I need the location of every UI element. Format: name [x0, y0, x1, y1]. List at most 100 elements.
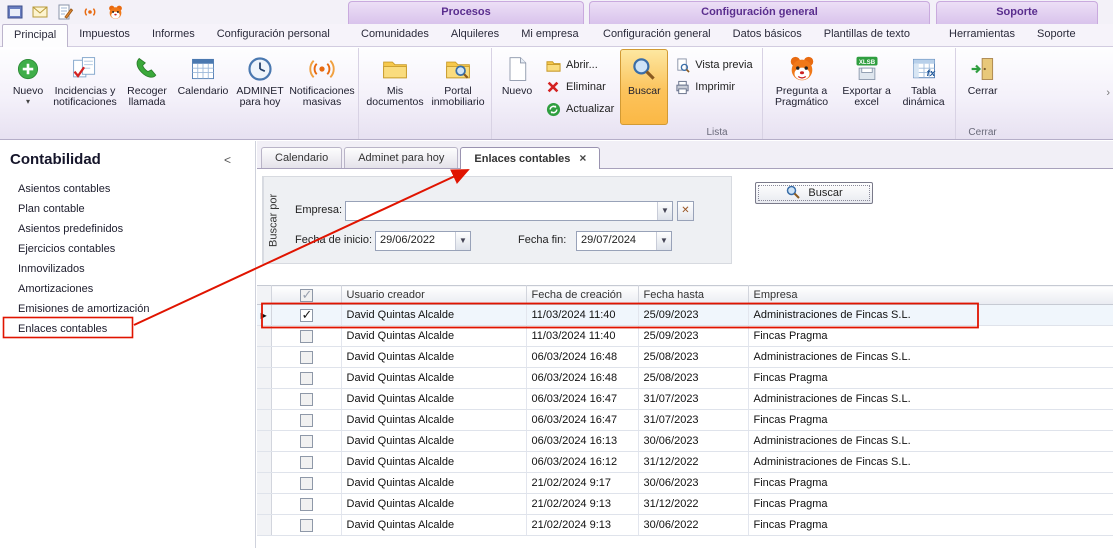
- pregunta-pragmatico-button[interactable]: Pregunta a Pragmático: [766, 49, 838, 125]
- cell-creacion[interactable]: 11/03/2024 11:40: [526, 305, 638, 326]
- cell-empresa[interactable]: Administraciones de Fincas S.L.: [748, 389, 1113, 410]
- cell-hasta[interactable]: 31/07/2023: [638, 410, 748, 431]
- cell-creacion[interactable]: 21/02/2024 9:13: [526, 515, 638, 536]
- sidebar-item-plan-contable[interactable]: Plan contable: [0, 199, 255, 219]
- cell-hasta[interactable]: 30/06/2022: [638, 515, 748, 536]
- portal-inmobiliario-button[interactable]: Portal inmobiliario: [428, 49, 488, 125]
- table-row[interactable]: David Quintas Alcalde 06/03/2024 16:12 3…: [257, 452, 1113, 473]
- cell-usuario[interactable]: David Quintas Alcalde: [341, 305, 526, 326]
- cell-hasta[interactable]: 30/06/2023: [638, 431, 748, 452]
- row-checkbox[interactable]: [300, 393, 313, 406]
- sidebar-item-asientos-predefinidos[interactable]: Asientos predefinidos: [0, 219, 255, 239]
- cell-hasta[interactable]: 30/06/2023: [638, 473, 748, 494]
- cell-empresa[interactable]: Administraciones de Fincas S.L.: [748, 347, 1113, 368]
- column-header-hasta[interactable]: Fecha hasta: [638, 286, 748, 305]
- row-checkbox[interactable]: [300, 456, 313, 469]
- cell-empresa[interactable]: Fincas Pragma: [748, 494, 1113, 515]
- sidebar-item-enlaces-contables[interactable]: Enlaces contables: [0, 319, 255, 339]
- tab-alquileres[interactable]: Alquileres: [440, 24, 510, 47]
- cell-creacion[interactable]: 06/03/2024 16:47: [526, 410, 638, 431]
- tab-principal[interactable]: Principal: [2, 24, 68, 48]
- close-tab-icon[interactable]: ×: [579, 151, 586, 165]
- cell-usuario[interactable]: David Quintas Alcalde: [341, 515, 526, 536]
- cell-hasta[interactable]: 31/07/2023: [638, 389, 748, 410]
- fecha-inicio-datepicker[interactable]: 29/06/2022 ▼: [375, 231, 471, 251]
- app-window-icon[interactable]: [6, 3, 24, 21]
- cell-creacion[interactable]: 06/03/2024 16:48: [526, 347, 638, 368]
- tab-herramientas[interactable]: Herramientas: [938, 24, 1026, 47]
- table-row[interactable]: David Quintas Alcalde 11/03/2024 11:40 2…: [257, 326, 1113, 347]
- broadcast-icon[interactable]: [81, 3, 99, 21]
- sidebar-collapse-icon[interactable]: <: [224, 153, 231, 167]
- row-checkbox[interactable]: [300, 435, 313, 448]
- column-header-usuario[interactable]: Usuario creador: [341, 286, 526, 305]
- tab-plantillas-de-texto[interactable]: Plantillas de texto: [813, 24, 921, 47]
- cell-hasta[interactable]: 25/09/2023: [638, 305, 748, 326]
- cell-empresa[interactable]: Fincas Pragma: [748, 473, 1113, 494]
- nuevo-menu-button[interactable]: Nuevo ▾: [5, 49, 51, 125]
- cell-usuario[interactable]: David Quintas Alcalde: [341, 410, 526, 431]
- tab-mi-empresa[interactable]: Mi empresa: [510, 24, 589, 47]
- tabla-dinamica-button[interactable]: fx Tabla dinámica: [896, 49, 952, 125]
- cell-empresa[interactable]: Administraciones de Fincas S.L.: [748, 305, 1113, 326]
- empresa-combobox[interactable]: ▼: [345, 201, 673, 221]
- cell-usuario[interactable]: David Quintas Alcalde: [341, 494, 526, 515]
- cell-empresa[interactable]: Fincas Pragma: [748, 326, 1113, 347]
- tab-soporte[interactable]: Soporte: [1026, 24, 1087, 47]
- cell-hasta[interactable]: 31/12/2022: [638, 494, 748, 515]
- column-header-empresa[interactable]: Empresa: [748, 286, 1113, 305]
- cell-empresa[interactable]: Fincas Pragma: [748, 368, 1113, 389]
- sidebar-item-emisiones-amortizacion[interactable]: Emisiones de amortización: [0, 299, 255, 319]
- abrir-button[interactable]: Abrir...: [541, 56, 618, 74]
- mail-icon[interactable]: [31, 3, 49, 21]
- column-header-creacion[interactable]: Fecha de creación: [526, 286, 638, 305]
- table-row[interactable]: David Quintas Alcalde 06/03/2024 16:48 2…: [257, 347, 1113, 368]
- checkbox-column-header[interactable]: [271, 286, 341, 305]
- doc-tab-adminet-para-hoy[interactable]: Adminet para hoy: [344, 147, 458, 168]
- doc-tab-calendario[interactable]: Calendario: [261, 147, 342, 168]
- cell-usuario[interactable]: David Quintas Alcalde: [341, 389, 526, 410]
- recoger-llamada-button[interactable]: Recoger llamada: [119, 49, 175, 125]
- mis-documentos-button[interactable]: Mis documentos: [362, 49, 428, 125]
- cell-usuario[interactable]: David Quintas Alcalde: [341, 326, 526, 347]
- adminet-hoy-button[interactable]: ADMINET para hoy: [231, 49, 289, 125]
- table-row[interactable]: ▶ David Quintas Alcalde 11/03/2024 11:40…: [257, 305, 1113, 326]
- cell-empresa[interactable]: Fincas Pragma: [748, 515, 1113, 536]
- tab-impuestos[interactable]: Impuestos: [68, 24, 141, 47]
- exportar-excel-button[interactable]: XLSB Exportar a excel: [838, 49, 896, 125]
- buscar-button[interactable]: Buscar: [755, 182, 873, 204]
- dropdown-arrow-icon[interactable]: ▼: [657, 202, 672, 220]
- cell-usuario[interactable]: David Quintas Alcalde: [341, 347, 526, 368]
- notificaciones-masivas-button[interactable]: Notificaciones masivas: [289, 49, 355, 125]
- cerrar-button[interactable]: Cerrar: [959, 49, 1007, 125]
- cell-hasta[interactable]: 31/12/2022: [638, 452, 748, 473]
- dropdown-arrow-icon[interactable]: ▼: [656, 232, 671, 250]
- cell-creacion[interactable]: 21/02/2024 9:17: [526, 473, 638, 494]
- cell-creacion[interactable]: 06/03/2024 16:12: [526, 452, 638, 473]
- sidebar-item-asientos-contables[interactable]: Asientos contables: [0, 179, 255, 199]
- fecha-fin-datepicker[interactable]: 29/07/2024 ▼: [576, 231, 672, 251]
- cell-usuario[interactable]: David Quintas Alcalde: [341, 368, 526, 389]
- clear-empresa-icon[interactable]: ✕: [677, 201, 694, 221]
- cell-usuario[interactable]: David Quintas Alcalde: [341, 473, 526, 494]
- tab-datos-basicos[interactable]: Datos básicos: [722, 24, 813, 47]
- nuevo-button[interactable]: Nuevo: [495, 49, 539, 125]
- table-row[interactable]: David Quintas Alcalde 06/03/2024 16:48 2…: [257, 368, 1113, 389]
- cell-empresa[interactable]: Administraciones de Fincas S.L.: [748, 452, 1113, 473]
- cell-empresa[interactable]: Fincas Pragma: [748, 410, 1113, 431]
- cell-empresa[interactable]: Administraciones de Fincas S.L.: [748, 431, 1113, 452]
- cell-hasta[interactable]: 25/08/2023: [638, 347, 748, 368]
- dropdown-arrow-icon[interactable]: ▼: [455, 232, 470, 250]
- incidencias-button[interactable]: Incidencias y notificaciones: [51, 49, 119, 125]
- row-checkbox[interactable]: [300, 498, 313, 511]
- mascot-icon[interactable]: [106, 3, 124, 21]
- cell-usuario[interactable]: David Quintas Alcalde: [341, 431, 526, 452]
- row-checkbox[interactable]: [300, 477, 313, 490]
- row-checkbox[interactable]: [300, 330, 313, 343]
- ribbon-overflow-arrow-icon[interactable]: ›: [1106, 87, 1110, 99]
- doc-tab-enlaces-contables[interactable]: Enlaces contables×: [460, 147, 600, 169]
- tab-informes[interactable]: Informes: [141, 24, 206, 47]
- row-checkbox[interactable]: [300, 372, 313, 385]
- cell-hasta[interactable]: 25/08/2023: [638, 368, 748, 389]
- edit-page-icon[interactable]: [56, 3, 74, 21]
